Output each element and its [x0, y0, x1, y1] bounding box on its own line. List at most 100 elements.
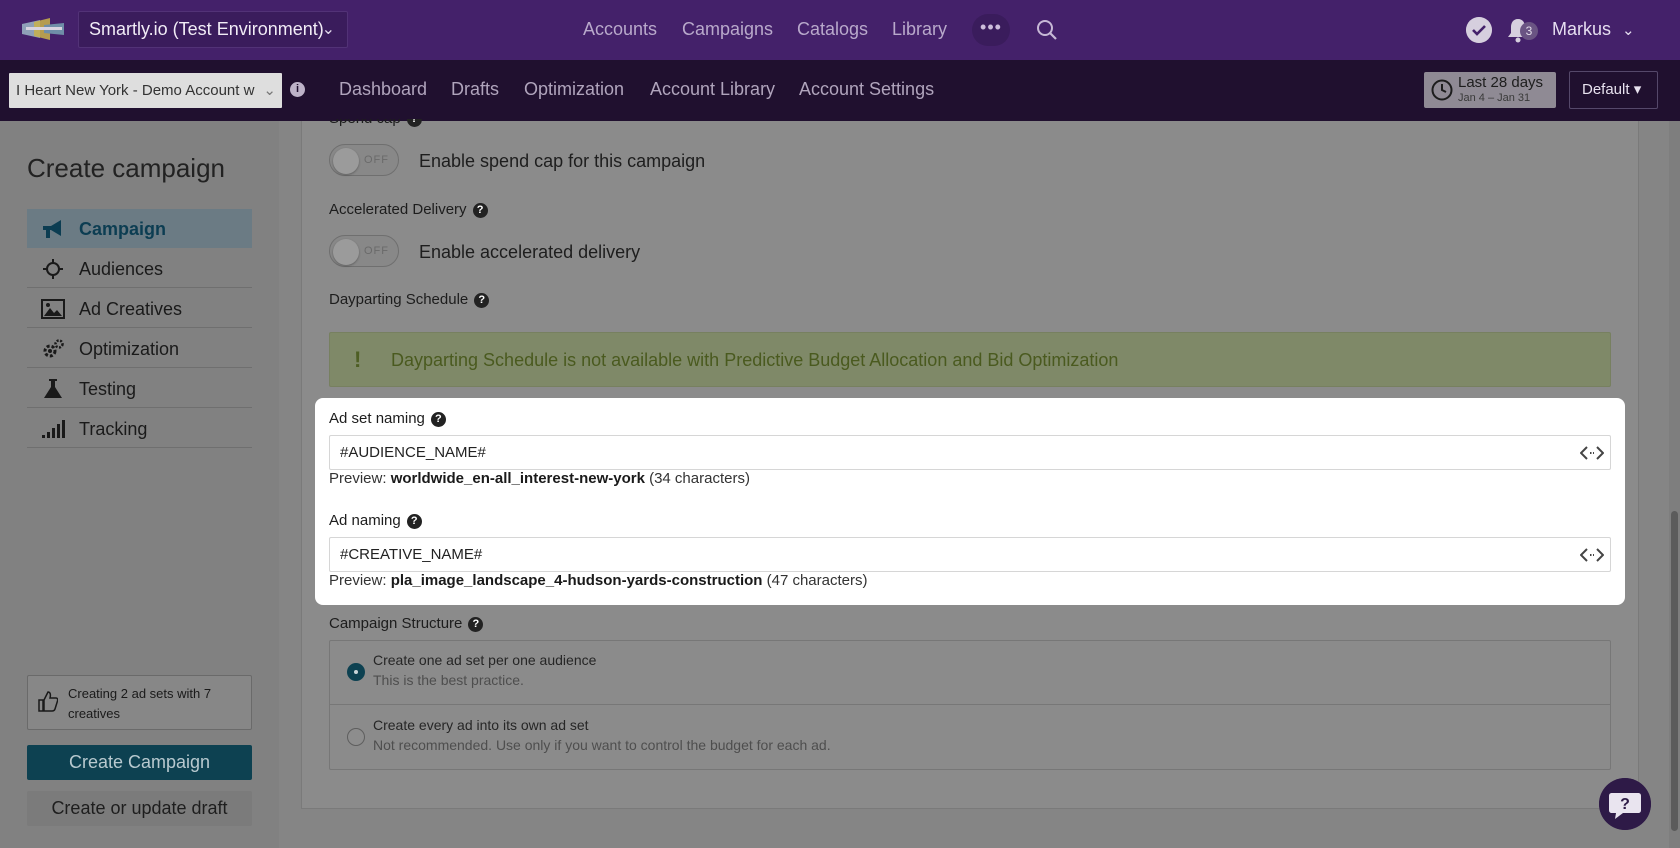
help-icon[interactable]: ? — [468, 617, 484, 632]
account-navigation-bar: I Heart New York - Demo Account w ⌄ i Da… — [0, 60, 1680, 121]
flask-icon — [44, 379, 62, 398]
accelerated-delivery-label: Accelerated Delivery? — [329, 201, 488, 218]
tasks-check-icon[interactable] — [1466, 17, 1492, 43]
accelerated-delivery-toggle[interactable]: OFF — [329, 235, 399, 267]
option-subtitle: This is the best practice. — [373, 672, 524, 688]
ad-naming-label: Ad naming? — [329, 512, 422, 529]
spend-cap-toggle-label: Enable spend cap for this campaign — [419, 151, 706, 171]
preview-prefix: Preview: — [329, 572, 391, 589]
gears-icon — [43, 339, 64, 358]
nav-account-library[interactable]: Account Library — [650, 79, 775, 100]
view-select[interactable]: Default ▾ — [1569, 71, 1658, 109]
toggle-knob — [333, 148, 359, 174]
nav-accounts[interactable]: Accounts — [583, 19, 657, 40]
ad-naming-label-text: Ad naming — [329, 512, 401, 529]
info-icon[interactable]: i — [290, 82, 305, 97]
nav-drafts[interactable]: Drafts — [451, 79, 499, 100]
adset-naming-value: #AUDIENCE_NAME# — [340, 444, 486, 461]
radio-unselected[interactable] — [347, 728, 365, 746]
sidebar: Create campaign Campaign Audiences Ad Cr… — [0, 121, 279, 848]
thumbs-up-icon — [38, 691, 58, 712]
date-range-title: Last 28 days — [1458, 74, 1544, 91]
help-chat-button[interactable]: ? — [1599, 778, 1651, 830]
structure-option-per-audience[interactable]: Create one ad set per one audience This … — [330, 641, 1610, 705]
adset-naming-label: Ad set naming? — [329, 410, 446, 427]
create-draft-button[interactable]: Create or update draft — [27, 791, 252, 826]
sidebar-item-testing[interactable]: Testing — [27, 369, 252, 408]
toggle-state: OFF — [364, 245, 389, 257]
help-icon[interactable]: ? — [406, 514, 422, 529]
sidebar-item-campaign[interactable]: Campaign — [27, 209, 252, 248]
sidebar-item-ad-creatives[interactable]: Ad Creatives — [27, 289, 252, 328]
page-title: Create campaign — [27, 153, 225, 183]
accelerated-delivery-label-text: Accelerated Delivery — [329, 201, 467, 218]
structure-option-per-ad[interactable]: Create every ad into its own ad set Not … — [330, 706, 1610, 770]
sidebar-item-label: Ad Creatives — [79, 299, 183, 319]
preview-count: (47 characters) — [762, 572, 868, 589]
sidebar-item-audiences[interactable]: Audiences — [27, 249, 252, 288]
ad-naming-input[interactable]: #CREATIVE_NAME# — [329, 537, 1611, 572]
more-menu-button[interactable]: ••• — [972, 14, 1010, 46]
dayparting-alert: ! Dayparting Schedule is not available w… — [329, 332, 1611, 387]
preview-count: (34 characters) — [644, 470, 750, 487]
spend-cap-toggle[interactable]: OFF — [329, 144, 399, 176]
page-scrollbar[interactable] — [1669, 121, 1680, 848]
toggle-state: OFF — [364, 154, 389, 166]
ad-naming-preview: Preview: pla_image_landscape_4-hudson-ya… — [329, 572, 868, 589]
toggle-knob — [333, 239, 359, 265]
sidebar-item-label: Audiences — [79, 259, 164, 279]
help-icon[interactable]: ? — [430, 412, 446, 427]
sidebar-item-label: Campaign — [79, 219, 167, 239]
dayparting-schedule-label-text: Dayparting Schedule — [329, 291, 469, 308]
search-icon[interactable] — [1036, 19, 1058, 41]
adset-naming-input[interactable]: #AUDIENCE_NAME# — [329, 435, 1611, 470]
nav-dashboard[interactable]: Dashboard — [339, 79, 427, 100]
nav-optimization[interactable]: Optimization — [524, 79, 624, 100]
sidebar-item-label: Optimization — [79, 339, 180, 359]
smartly-logo[interactable] — [20, 16, 66, 42]
campaign-structure-options: Create one ad set per one audience This … — [329, 640, 1611, 770]
radio-selected[interactable] — [347, 663, 365, 681]
top-navigation-bar: Smartly.io (Test Environment) ⌄ Accounts… — [0, 0, 1680, 60]
date-range-picker[interactable]: Last 28 days Jan 4 – Jan 31 — [1424, 72, 1556, 108]
nav-campaigns[interactable]: Campaigns — [682, 19, 773, 40]
campaign-structure-label: Campaign Structure? — [329, 615, 484, 632]
chevron-down-icon: ⌄ — [259, 73, 276, 108]
environment-select[interactable]: Smartly.io (Test Environment) ⌄ — [78, 11, 348, 48]
scrollbar-thumb[interactable] — [1671, 511, 1678, 831]
accelerated-delivery-toggle-label: Enable accelerated delivery — [419, 242, 641, 262]
preview-value: worldwide_en-all_interest-new-york — [390, 470, 645, 487]
sidebar-item-optimization[interactable]: Optimization — [27, 329, 252, 368]
user-menu[interactable]: Markus ⌄ — [1552, 19, 1635, 40]
nav-library[interactable]: Library — [892, 19, 947, 40]
code-brackets-icon[interactable] — [1580, 445, 1604, 461]
preview-prefix: Preview: — [329, 470, 391, 487]
adset-naming-preview: Preview: worldwide_en-all_interest-new-y… — [329, 470, 750, 487]
code-brackets-icon[interactable] — [1580, 547, 1604, 563]
option-subtitle: Not recommended. Use only if you want to… — [373, 737, 831, 753]
chevron-down-icon: ⌄ — [321, 21, 335, 38]
sidebar-item-tracking[interactable]: Tracking — [27, 409, 252, 448]
megaphone-icon — [43, 220, 61, 238]
exclamation-icon: ! — [354, 347, 362, 372]
chevron-down-icon: ⌄ — [1622, 22, 1635, 39]
signal-bars-icon — [42, 420, 65, 438]
create-campaign-button[interactable]: Create Campaign — [27, 745, 252, 780]
crosshair-icon — [43, 259, 63, 279]
account-name: I Heart New York - Demo Account w — [16, 82, 255, 99]
image-icon — [41, 299, 65, 319]
ad-naming-value: #CREATIVE_NAME# — [340, 546, 483, 563]
option-title: Create every ad into its own ad set — [373, 717, 589, 733]
dayparting-schedule-label: Dayparting Schedule? — [329, 291, 490, 308]
user-name: Markus — [1552, 19, 1612, 39]
nav-account-settings[interactable]: Account Settings — [799, 79, 934, 100]
account-select[interactable]: I Heart New York - Demo Account w ⌄ — [9, 73, 282, 108]
summary-text: Creating 2 ad sets with 7 creatives — [68, 686, 212, 721]
date-range-dates: Jan 4 – Jan 31 — [1458, 92, 1531, 104]
help-icon[interactable]: ? — [472, 203, 488, 218]
svg-text:?: ? — [1620, 796, 1630, 813]
sidebar-item-label: Tracking — [79, 419, 148, 439]
nav-catalogs[interactable]: Catalogs — [797, 19, 868, 40]
adset-naming-label-text: Ad set naming — [329, 410, 425, 427]
help-icon[interactable]: ? — [474, 293, 490, 308]
